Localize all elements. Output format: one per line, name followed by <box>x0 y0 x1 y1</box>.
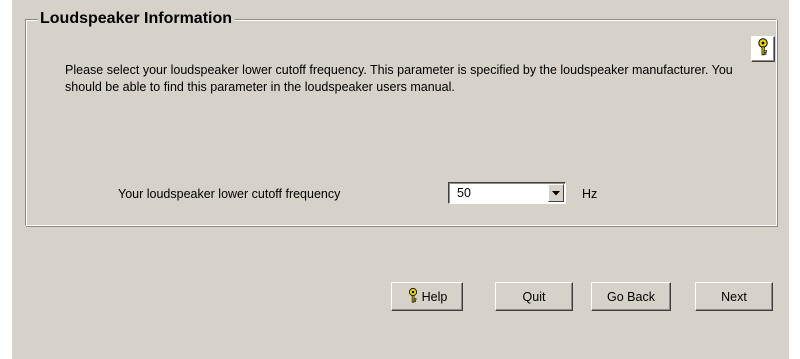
description-text: Please select your loudspeaker lower cut… <box>65 63 733 94</box>
dropdown-arrow-button[interactable] <box>548 184 564 202</box>
next-button[interactable]: Next <box>695 282 773 311</box>
key-icon <box>756 37 770 61</box>
go-back-button[interactable]: Go Back <box>591 282 671 311</box>
cutoff-frequency-value: 50 <box>457 186 471 200</box>
dialog-window: Loudspeaker Information Please select yo… <box>12 0 789 359</box>
groupbox-title: Loudspeaker Information <box>38 9 236 29</box>
next-button-label: Next <box>721 289 747 304</box>
cutoff-frequency-select[interactable]: 50 <box>448 182 566 204</box>
cutoff-frequency-label: Your loudspeaker lower cutoff frequency <box>118 187 341 201</box>
go-back-button-label: Go Back <box>607 289 655 304</box>
key-icon <box>407 287 419 307</box>
quit-button[interactable]: Quit <box>495 282 573 311</box>
triangle-down-icon <box>552 190 560 195</box>
help-button-label: Help <box>421 289 448 304</box>
quit-button-label: Quit <box>522 289 546 304</box>
frequency-unit: Hz <box>582 187 598 201</box>
help-button[interactable]: Help <box>391 282 463 311</box>
context-help-button[interactable] <box>751 36 775 62</box>
